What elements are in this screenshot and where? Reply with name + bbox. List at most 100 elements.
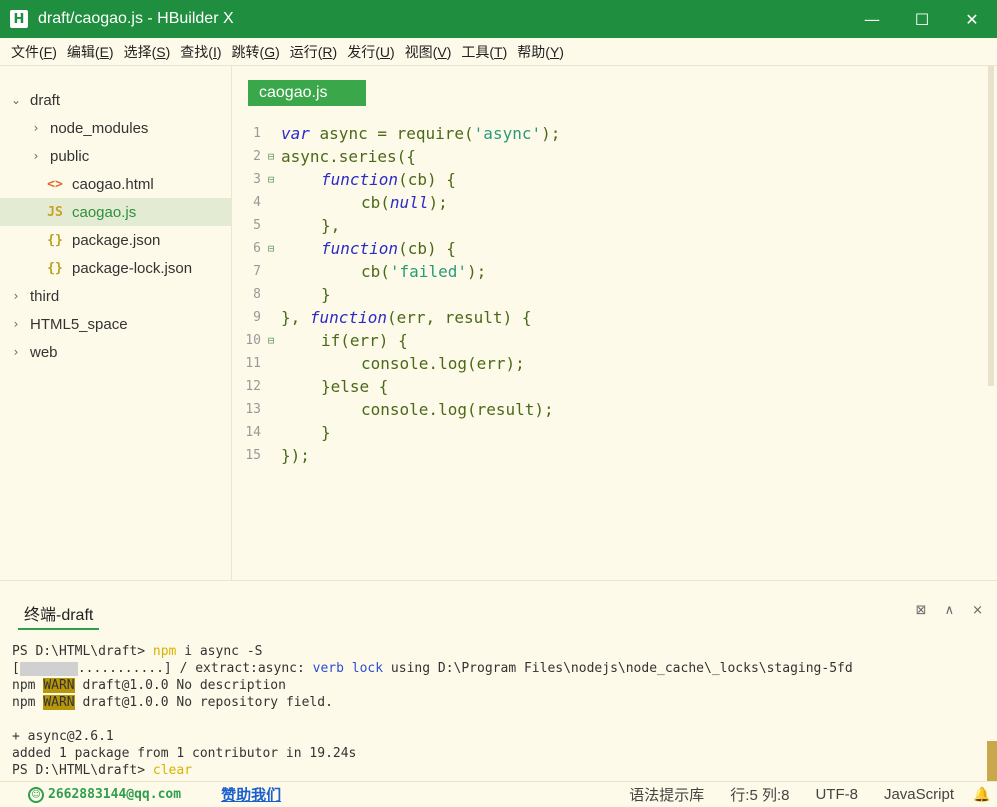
chevron-right-icon[interactable]: › [10,345,22,359]
menu-end: ) [108,43,114,60]
menu-label: 跳转( [231,43,265,60]
tree-item-web[interactable]: › web [0,338,231,366]
minimize-button[interactable]: — [847,0,897,38]
tree-item-caogao-html[interactable]: <> caogao.html [0,170,231,198]
menu-select[interactable]: 选择(S) [119,42,176,62]
editor-scrollbar[interactable] [985,66,997,580]
code-area[interactable]: 1 var async = require('async'); 2 ⊟ asyn… [233,122,985,467]
terminal-line: npm WARN draft@1.0.0 No description [12,677,853,694]
fold-toggle-icon[interactable]: ⊟ [261,334,281,347]
warn-text: draft@1.0.0 No description [74,678,286,693]
code-text: }, [321,216,341,235]
menu-label: 运行( [289,43,323,60]
keyword: function [309,308,387,327]
menu-find[interactable]: 查找(I) [175,42,226,62]
line-number: 7 [253,264,261,279]
chevron-up-icon[interactable]: ∧ [945,603,955,618]
tree-item-third[interactable]: › third [0,282,231,310]
tree-item-node-modules[interactable]: › node_modules [0,114,231,142]
maximize-button[interactable]: ☐ [897,0,947,38]
chevron-right-icon[interactable]: › [10,317,22,331]
window-controls: — ☐ ✕ [847,0,997,38]
tree-item-label: package.json [72,231,161,249]
syntax-library-button[interactable]: 语法提示库 [616,784,717,805]
code-token: ); [428,193,448,212]
terminal-tab[interactable]: 终端-draft [18,601,100,630]
menu-key: S [156,43,166,60]
close-button[interactable]: ✕ [947,0,997,38]
tree-item-html5-space[interactable]: › HTML5_space [0,310,231,338]
menu-edit[interactable]: 编辑(E) [62,42,119,62]
code-token: (cb) { [398,239,456,258]
fold-toggle-icon[interactable]: ⊟ [261,173,281,186]
code-token: }, [281,308,310,327]
terminal-scrollbar[interactable] [987,741,997,782]
terminal-line: + async@2.6.1 [12,729,114,744]
new-terminal-icon[interactable]: ⊠ [916,603,927,618]
terminal-output[interactable]: PS D:\HTML\draft> npm i async -S [......… [12,643,853,779]
menu-file[interactable]: 文件(F) [6,42,62,62]
tree-item-public[interactable]: › public [0,142,231,170]
menu-tools[interactable]: 工具(T) [456,42,512,62]
chevron-right-icon[interactable]: › [10,289,22,303]
menu-help[interactable]: 帮助(Y) [512,42,569,62]
menu-key: T [494,43,503,60]
menu-end: ) [275,43,280,60]
menu-view[interactable]: 视图(V) [400,42,457,62]
menu-key: G [264,43,276,60]
code-text: cb(null); [281,193,448,212]
code-text: var async = require('async'); [281,124,560,143]
tree-item-label: caogao.js [72,203,137,221]
keyword: function [321,170,399,189]
code-token: (err, result) { [386,308,532,327]
line-number: 11 [245,356,261,371]
language-mode-selector[interactable]: JavaScript [871,786,967,803]
tree-item-label: package-lock.json [72,259,193,277]
code-line: 9 }, function(err, result) { [233,306,985,329]
bell-icon[interactable]: 🔔 [967,787,997,803]
user-icon[interactable]: ☺ [28,786,44,803]
code-text: cb('failed'); [281,262,486,281]
chevron-down-icon[interactable]: ⌄ [10,93,22,107]
close-icon[interactable]: × [972,603,983,618]
command-args: i async -S [176,644,263,659]
tree-item-package-lock-json[interactable]: {} package-lock.json [0,254,231,282]
editor-tab-caogao-js[interactable]: caogao.js [248,80,366,106]
code-text: } [321,423,331,442]
code-token: cb( [361,193,390,212]
sponsor-link[interactable]: 赞助我们 [221,784,281,805]
line-number: 5 [253,218,261,233]
tree-item-package-json[interactable]: {} package.json [0,226,231,254]
code-line: 12 }else { [233,375,985,398]
menu-end: ) [502,43,508,60]
lock-token: lock [343,661,384,676]
code-token: (cb) { [398,170,456,189]
tree-item-draft[interactable]: ⌄ draft [0,86,231,114]
menu-end: ) [165,43,171,60]
menu-key: R [322,43,333,60]
status-right: 语法提示库 行:5 列:8 UTF-8 JavaScript 🔔 [616,784,997,805]
menu-run[interactable]: 运行(R) [285,42,342,62]
menu-label: 发行( [347,43,380,60]
cursor-position[interactable]: 行:5 列:8 [717,784,802,805]
code-text: console.log(result); [361,400,554,419]
code-line: 13 console.log(result); [233,398,985,421]
editor-scroll-thumb[interactable] [988,66,994,386]
warn-badge: WARN [43,695,75,710]
menu-publish[interactable]: 发行(U) [342,42,399,62]
json-file-icon: {} [47,260,63,276]
line-number: 13 [245,402,261,417]
tree-item-caogao-js[interactable]: JS caogao.js [0,198,231,226]
terminal-line: npm WARN draft@1.0.0 No repository field… [12,694,853,711]
command: clear [152,763,193,778]
code-editor: caogao.js 1 var async = require('async')… [233,66,985,580]
account-email[interactable]: 2662883144@qq.com [48,787,181,802]
chevron-right-icon[interactable]: › [30,149,42,163]
fold-toggle-icon[interactable]: ⊟ [261,150,281,163]
chevron-right-icon[interactable]: › [30,121,42,135]
menu-goto[interactable]: 跳转(G) [227,42,285,62]
fold-toggle-icon[interactable]: ⊟ [261,242,281,255]
encoding-selector[interactable]: UTF-8 [802,786,871,803]
hbuilder-logo-icon: H [10,10,28,28]
